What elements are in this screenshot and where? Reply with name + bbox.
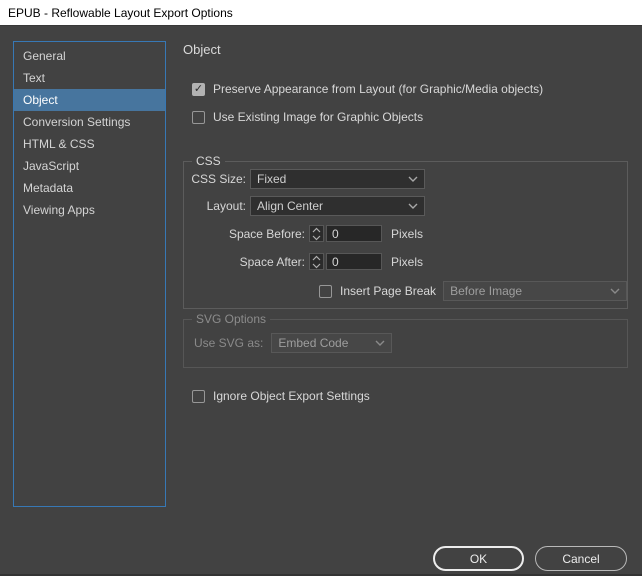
sidebar-item-general[interactable]: General xyxy=(14,45,165,67)
css-group: CSS CSS Size: Fixed Layout: Align Center… xyxy=(183,154,628,309)
svg-options-group: SVG Options Use SVG as: Embed Code xyxy=(183,312,628,368)
space-after-row: Space After: Pixels xyxy=(184,253,423,270)
insert-page-break-label: Insert Page Break xyxy=(340,284,437,298)
page-title: Object xyxy=(183,42,221,57)
settings-nav: General Text Object Conversion Settings … xyxy=(13,41,166,507)
page-break-position-select: Before Image xyxy=(443,281,628,301)
use-svg-as-row: Use SVG as: Embed Code xyxy=(194,333,393,353)
svg-options-legend: SVG Options xyxy=(192,312,271,326)
stepper-up-down-icon xyxy=(312,227,321,240)
cancel-button[interactable]: Cancel xyxy=(535,546,627,571)
css-group-legend: CSS xyxy=(192,154,225,168)
space-before-stepper[interactable] xyxy=(309,225,324,242)
chevron-down-icon xyxy=(375,340,385,346)
insert-page-break-checkbox[interactable] xyxy=(319,284,332,298)
export-options-dialog: General Text Object Conversion Settings … xyxy=(0,25,642,576)
insert-page-break-row: Insert Page Break Before Image xyxy=(319,281,628,301)
css-size-value: Fixed xyxy=(257,172,287,186)
layout-label: Layout: xyxy=(206,199,246,213)
space-before-unit: Pixels xyxy=(391,226,424,241)
sidebar-item-metadata[interactable]: Metadata xyxy=(14,177,165,199)
check-icon: ✓ xyxy=(193,82,204,95)
sidebar-item-conversion-settings[interactable]: Conversion Settings xyxy=(14,111,165,133)
window-title: EPUB - Reflowable Layout Export Options xyxy=(8,5,233,20)
ok-button[interactable]: OK xyxy=(433,546,524,571)
css-size-select[interactable]: Fixed xyxy=(250,169,425,189)
space-before-label: Space Before: xyxy=(228,226,305,241)
sidebar-item-object[interactable]: Object xyxy=(14,89,165,111)
sidebar-item-text[interactable]: Text xyxy=(14,67,165,89)
stepper-up-down-icon xyxy=(312,255,321,268)
sidebar-item-html-css[interactable]: HTML & CSS xyxy=(14,133,165,155)
use-svg-as-value: Embed Code xyxy=(278,336,349,350)
page-break-position-value: Before Image xyxy=(450,284,523,298)
use-existing-image-row: Use Existing Image for Graphic Objects xyxy=(192,109,423,125)
css-size-label: CSS Size: xyxy=(191,172,246,186)
css-size-row: CSS Size: Fixed xyxy=(184,169,425,189)
sidebar-item-viewing-apps[interactable]: Viewing Apps xyxy=(14,199,165,221)
space-before-row: Space Before: Pixels xyxy=(184,225,423,242)
layout-row: Layout: Align Center xyxy=(184,196,425,216)
chevron-down-icon xyxy=(408,176,418,182)
use-svg-as-select: Embed Code xyxy=(271,333,393,353)
layout-select[interactable]: Align Center xyxy=(250,196,425,216)
space-after-stepper[interactable] xyxy=(309,253,324,270)
window-titlebar: EPUB - Reflowable Layout Export Options xyxy=(0,0,642,25)
use-existing-image-checkbox[interactable] xyxy=(192,110,205,124)
preserve-appearance-label: Preserve Appearance from Layout (for Gra… xyxy=(213,82,544,96)
use-existing-image-label: Use Existing Image for Graphic Objects xyxy=(213,110,424,124)
ignore-settings-checkbox[interactable] xyxy=(192,389,205,403)
chevron-down-icon xyxy=(408,203,418,209)
ignore-settings-row: Ignore Object Export Settings xyxy=(192,388,370,404)
space-after-unit: Pixels xyxy=(391,254,424,269)
space-before-input[interactable] xyxy=(326,225,382,242)
use-svg-as-label: Use SVG as: xyxy=(194,336,264,350)
ignore-settings-label: Ignore Object Export Settings xyxy=(213,389,370,403)
space-after-label: Space After: xyxy=(239,254,305,269)
chevron-down-icon xyxy=(610,288,620,294)
preserve-appearance-row: ✓ Preserve Appearance from Layout (for G… xyxy=(192,81,543,97)
preserve-appearance-checkbox[interactable]: ✓ xyxy=(192,82,205,96)
space-after-input[interactable] xyxy=(326,253,382,270)
layout-value: Align Center xyxy=(257,199,324,213)
sidebar-item-javascript[interactable]: JavaScript xyxy=(14,155,165,177)
